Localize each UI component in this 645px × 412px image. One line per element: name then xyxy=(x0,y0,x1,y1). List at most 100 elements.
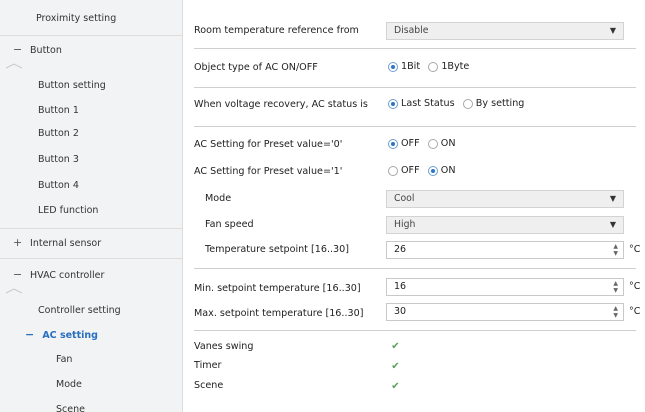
sidebar-item-label: Controller setting xyxy=(38,305,121,316)
mode-select[interactable]: Cool ▼ xyxy=(386,190,624,208)
settings-panel: Room temperature reference from Disable … xyxy=(183,0,645,412)
sidebar-item-label: AC setting xyxy=(42,330,98,341)
timer-label: Timer xyxy=(194,360,222,371)
sidebar-tree: Proximity setting − Button Button settin… xyxy=(0,0,183,412)
radio-preset0-off[interactable]: OFF xyxy=(388,138,420,150)
radio-unselected-icon xyxy=(462,98,473,109)
sidebar-item-led-function[interactable]: LED function xyxy=(38,198,98,224)
radio-by-setting[interactable]: By setting xyxy=(462,98,524,110)
spinner-arrows-icon[interactable]: ▲ ▼ xyxy=(613,305,618,319)
sidebar-item-button-setting[interactable]: Button setting xyxy=(38,73,106,99)
room-temp-ref-select[interactable]: Disable ▼ xyxy=(386,22,624,40)
voltage-recovery-label: When voltage recovery, AC status is xyxy=(194,99,368,110)
input-value: 16 xyxy=(394,281,407,292)
radio-preset0-on[interactable]: ON xyxy=(427,138,456,150)
input-value: 26 xyxy=(394,244,407,255)
divider xyxy=(194,126,636,127)
collapse-icon[interactable]: − xyxy=(13,37,27,63)
unit-label: °C xyxy=(629,281,641,292)
collapse-icon[interactable]: − xyxy=(25,322,39,348)
radio-1byte[interactable]: 1Byte xyxy=(428,61,469,73)
radio-preset1-on[interactable]: ON xyxy=(427,165,456,177)
sidebar-item-button-2[interactable]: Button 2 xyxy=(38,121,79,147)
min-setpoint-label: Min. setpoint temperature [16..30] xyxy=(194,283,361,294)
sidebar-item-label: Fan xyxy=(56,354,73,365)
timer-checkbox[interactable]: ✔ xyxy=(390,361,401,372)
radio-1bit[interactable]: 1Bit xyxy=(388,61,420,73)
preset0-radio-group: OFF ON xyxy=(388,138,461,152)
fan-speed-label: Fan speed xyxy=(205,219,254,230)
sidebar-item-button-4[interactable]: Button 4 xyxy=(38,173,79,199)
sidebar-item-proximity-setting[interactable]: Proximity setting xyxy=(36,6,116,32)
spinner-arrows-icon[interactable]: ▲ ▼ xyxy=(613,243,618,257)
tree-branch-icon xyxy=(6,63,22,69)
dropdown-arrow-icon: ▼ xyxy=(609,220,616,229)
dropdown-arrow-icon: ▼ xyxy=(609,26,616,35)
max-setpoint-label: Max. setpoint temperature [16..30] xyxy=(194,308,364,319)
radio-unselected-icon xyxy=(427,138,438,149)
sidebar-item-button[interactable]: − Button xyxy=(13,37,62,63)
divider xyxy=(0,258,182,259)
expand-icon[interactable]: + xyxy=(13,230,27,256)
select-value: Disable xyxy=(394,25,429,36)
divider xyxy=(194,330,636,331)
divider xyxy=(194,268,636,269)
tree-branch-icon xyxy=(6,288,22,294)
collapse-icon[interactable]: − xyxy=(13,262,27,288)
sidebar-item-label: LED function xyxy=(38,205,99,216)
sidebar-item-label: Scene xyxy=(56,404,85,412)
radio-selected-icon xyxy=(388,61,398,72)
sidebar-item-controller-setting[interactable]: Controller setting xyxy=(38,298,121,324)
vanes-swing-checkbox[interactable]: ✔ xyxy=(390,341,401,352)
preset1-radio-group: OFF ON xyxy=(388,165,461,179)
sidebar-item-label: Button 3 xyxy=(38,154,79,165)
scene-checkbox[interactable]: ✔ xyxy=(390,381,401,392)
sidebar-item-label: Mode xyxy=(56,379,82,390)
radio-preset1-off[interactable]: OFF xyxy=(388,165,420,177)
radio-unselected-icon xyxy=(388,165,398,176)
divider xyxy=(194,87,636,88)
sidebar-item-hvac-controller[interactable]: − HVAC controller xyxy=(13,262,104,288)
divider xyxy=(194,48,636,49)
sidebar-item-label: Internal sensor xyxy=(30,238,102,249)
dropdown-arrow-icon: ▼ xyxy=(609,194,616,203)
radio-selected-icon xyxy=(388,98,398,109)
sidebar-item-label: Button 1 xyxy=(38,105,79,116)
min-setpoint-input[interactable]: 16 ▲ ▼ xyxy=(386,278,624,296)
sidebar-item-label: Button 2 xyxy=(38,128,79,139)
fan-speed-select[interactable]: High ▼ xyxy=(386,216,624,234)
unit-label: °C xyxy=(629,244,641,255)
preset0-label: AC Setting for Preset value='0' xyxy=(194,139,343,150)
sidebar-item-button-3[interactable]: Button 3 xyxy=(38,147,79,173)
ac-onoff-type-label: Object type of AC ON/OFF xyxy=(194,62,318,73)
sidebar-item-label: HVAC controller xyxy=(30,270,105,281)
sidebar-item-label: Button xyxy=(30,45,62,56)
radio-unselected-icon xyxy=(428,61,439,72)
ac-onoff-type-radio-group: 1Bit 1Byte xyxy=(388,61,474,75)
input-value: 30 xyxy=(394,306,407,317)
sidebar-item-ac-setting[interactable]: − AC setting xyxy=(25,322,98,348)
select-value: High xyxy=(394,219,416,230)
vanes-swing-label: Vanes swing xyxy=(194,341,254,352)
mode-label: Mode xyxy=(205,193,232,204)
room-temp-ref-label: Room temperature reference from xyxy=(194,25,359,36)
sidebar-item-fan[interactable]: Fan xyxy=(56,347,72,373)
sidebar-item-label: Button 4 xyxy=(38,180,79,191)
temp-setpoint-label: Temperature setpoint [16..30] xyxy=(205,244,349,255)
radio-selected-icon xyxy=(388,138,398,149)
radio-last-status[interactable]: Last Status xyxy=(388,98,455,110)
radio-selected-icon xyxy=(427,165,438,176)
unit-label: °C xyxy=(629,306,641,317)
sidebar-item-scene[interactable]: Scene xyxy=(56,397,85,412)
sidebar-item-label: Button setting xyxy=(38,80,106,91)
spinner-arrows-icon[interactable]: ▲ ▼ xyxy=(613,280,618,294)
voltage-recovery-radio-group: Last Status By setting xyxy=(388,98,529,112)
scene-label: Scene xyxy=(194,380,224,391)
preset1-label: AC Setting for Preset value='1' xyxy=(194,166,343,177)
temp-setpoint-input[interactable]: 26 ▲ ▼ xyxy=(386,241,624,259)
max-setpoint-input[interactable]: 30 ▲ ▼ xyxy=(386,303,624,321)
divider xyxy=(0,35,182,36)
sidebar-item-mode[interactable]: Mode xyxy=(56,372,82,398)
sidebar-item-internal-sensor[interactable]: + Internal sensor xyxy=(13,230,101,256)
divider xyxy=(0,228,182,229)
